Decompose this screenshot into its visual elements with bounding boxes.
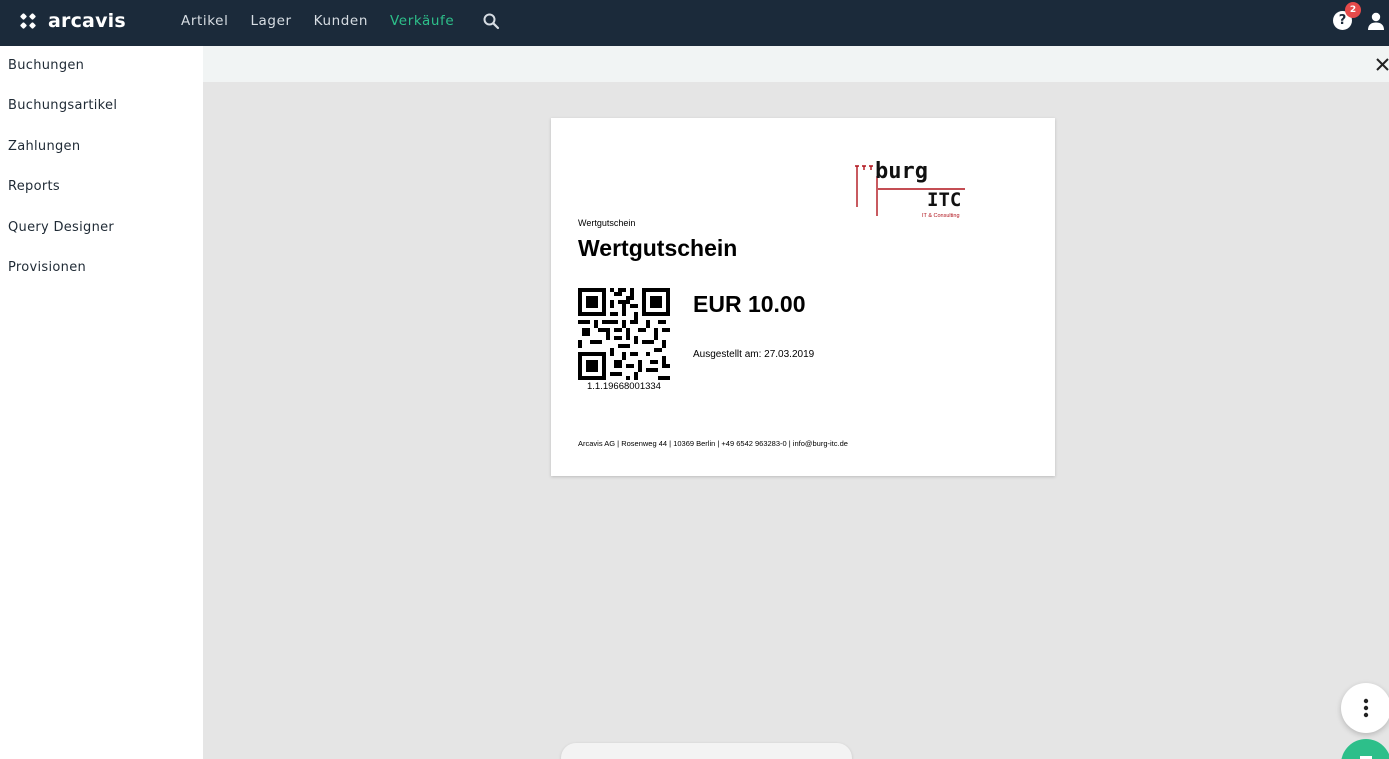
sidebar-item-provisionen[interactable]: Provisionen <box>8 258 86 278</box>
document-footer: Arcavis AG | Rosenweg 44 | 10369 Berlin … <box>578 439 848 448</box>
svg-text:ITC: ITC <box>927 189 961 211</box>
main-nav: Artikel Lager Kunden Verkäufe <box>181 12 476 32</box>
nav-verkaeufe[interactable]: Verkäufe <box>390 12 454 32</box>
document-subtitle: Wertgutschein <box>578 218 636 228</box>
sidebar-item-buchungsartikel[interactable]: Buchungsartikel <box>8 96 117 116</box>
app-logo[interactable]: arcavis <box>20 9 126 33</box>
sidebar-item-zahlungen[interactable]: Zahlungen <box>8 137 80 157</box>
brand-logo-subtext: IT & Consulting <box>922 213 960 219</box>
qr-code <box>578 288 670 380</box>
nav-lager[interactable]: Lager <box>250 12 291 32</box>
arcavis-logo-icon <box>20 13 36 29</box>
more-actions-button[interactable] <box>1341 683 1389 733</box>
pdf-pager-controls[interactable] <box>561 743 852 759</box>
qr-code-value: 1.1.19668001334 <box>587 381 661 392</box>
voucher-document: burg ITC IT & Consulting Wertgutschein W… <box>551 118 1055 476</box>
nav-artikel[interactable]: Artikel <box>181 12 228 32</box>
preview-toolbar <box>203 46 1389 82</box>
search-icon[interactable] <box>482 12 500 30</box>
brand-logo-text: burg <box>875 159 928 184</box>
burg-itc-logo: burg ITC IT & Consulting <box>855 159 965 219</box>
issued-date: Ausgestellt am: 27.03.2019 <box>693 349 815 360</box>
action-icon <box>1360 756 1372 759</box>
nav-kunden[interactable]: Kunden <box>314 12 368 32</box>
close-icon[interactable] <box>1375 57 1389 73</box>
notification-badge: 2 <box>1345 2 1361 18</box>
user-icon[interactable] <box>1366 11 1386 31</box>
sidebar-item-reports[interactable]: Reports <box>8 177 60 197</box>
voucher-amount: EUR 10.00 <box>693 291 806 317</box>
app-name: arcavis <box>48 10 126 32</box>
primary-action-button[interactable] <box>1341 739 1389 759</box>
document-title: Wertgutschein <box>578 235 738 261</box>
sidebar-item-query-designer[interactable]: Query Designer <box>8 218 114 238</box>
more-vertical-icon <box>1363 698 1369 718</box>
sidebar: Buchungen Buchungsartikel Zahlungen Repo… <box>0 46 203 759</box>
sidebar-item-buchungen[interactable]: Buchungen <box>8 56 84 76</box>
top-bar: arcavis Artikel Lager Kunden Verkäufe ? … <box>0 0 1389 46</box>
